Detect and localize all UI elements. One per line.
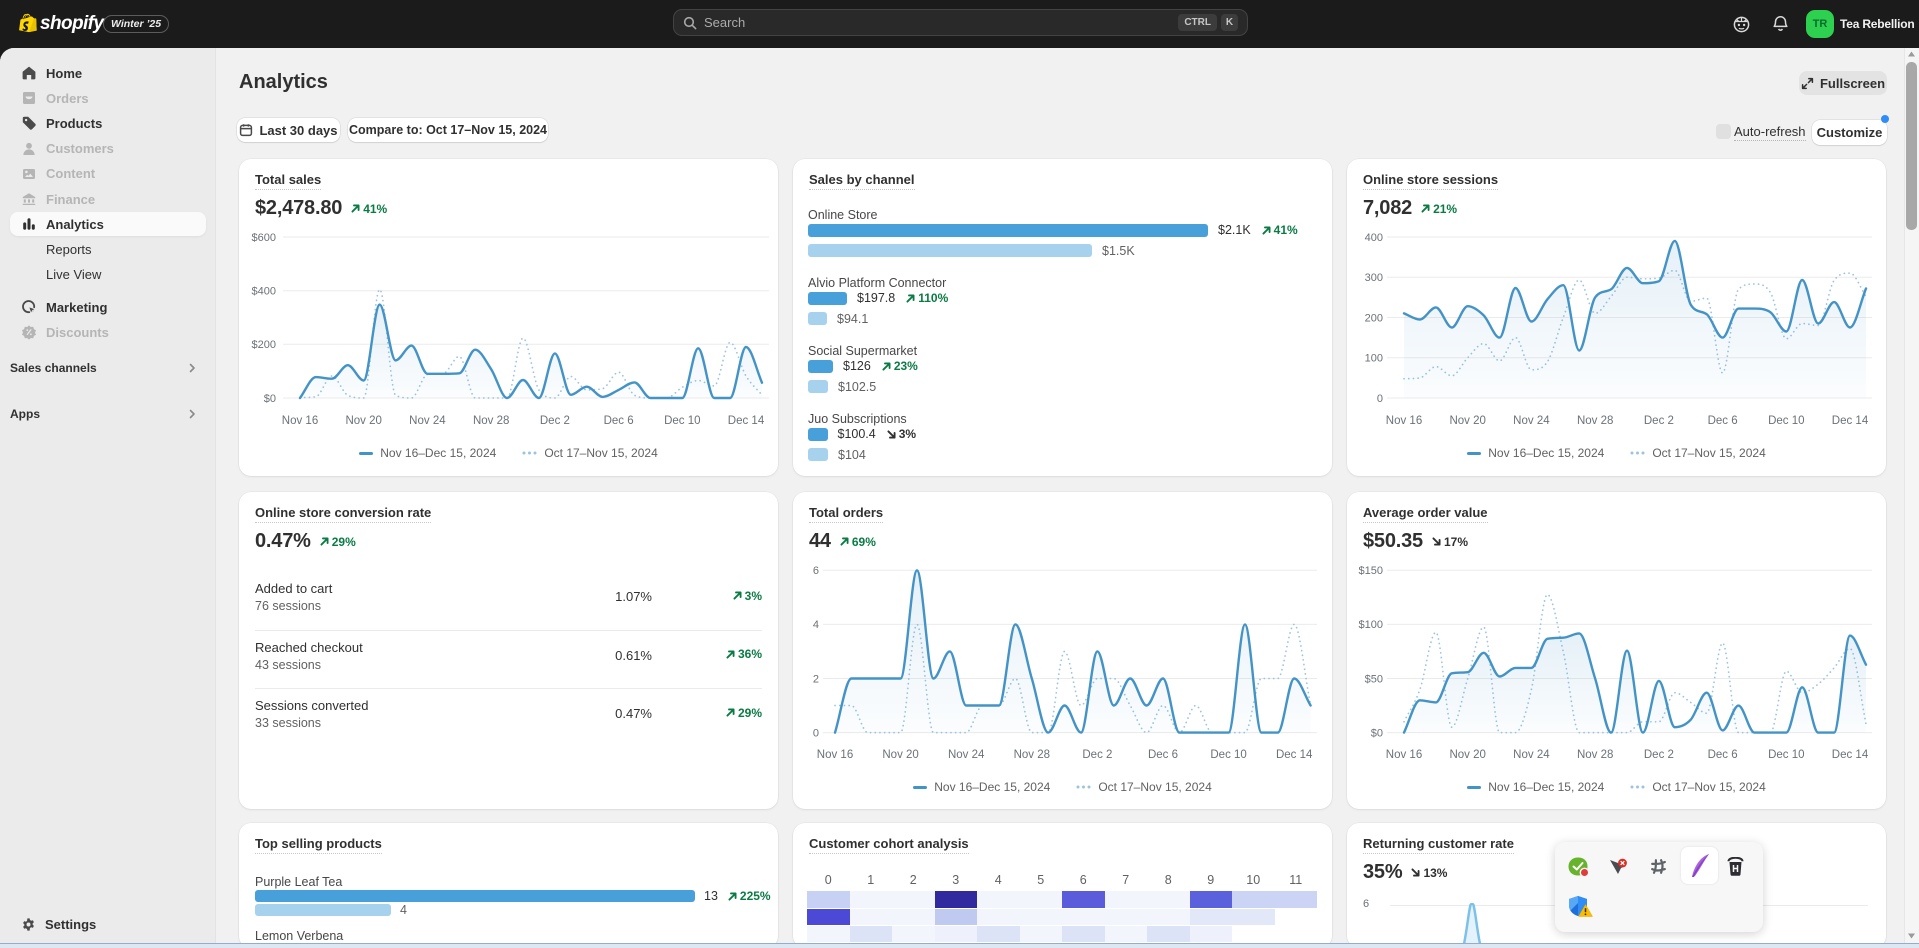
- svg-text:Nov 20: Nov 20: [882, 749, 918, 761]
- svg-text:Nov 28: Nov 28: [473, 415, 509, 427]
- svg-text:Dec 6: Dec 6: [1708, 415, 1738, 427]
- svg-text:Dec 10: Dec 10: [664, 415, 700, 427]
- svg-text:Nov 24: Nov 24: [409, 415, 446, 427]
- svg-text:Nov 28: Nov 28: [1014, 749, 1050, 761]
- svg-text:Nov 20: Nov 20: [1449, 749, 1485, 761]
- svg-text:$200: $200: [252, 339, 276, 351]
- svg-text:Dec 10: Dec 10: [1768, 749, 1804, 761]
- svg-text:0: 0: [813, 727, 819, 739]
- svg-text:$50: $50: [1365, 673, 1383, 685]
- svg-text:Dec 6: Dec 6: [1148, 749, 1178, 761]
- svg-text:Nov 20: Nov 20: [345, 415, 381, 427]
- svg-text:$0: $0: [1371, 727, 1383, 739]
- svg-text:Nov 28: Nov 28: [1577, 749, 1613, 761]
- svg-text:$150: $150: [1359, 565, 1383, 577]
- svg-text:Nov 16: Nov 16: [817, 749, 853, 761]
- svg-text:400: 400: [1365, 232, 1383, 244]
- svg-text:Dec 2: Dec 2: [1644, 749, 1674, 761]
- svg-text:Dec 2: Dec 2: [1082, 749, 1112, 761]
- svg-text:$400: $400: [252, 286, 276, 298]
- svg-text:Dec 10: Dec 10: [1210, 749, 1246, 761]
- svg-text:Dec 14: Dec 14: [728, 415, 765, 427]
- svg-text:Dec 2: Dec 2: [540, 415, 570, 427]
- svg-text:6: 6: [813, 565, 819, 577]
- svg-text:200: 200: [1365, 312, 1383, 324]
- svg-text:Dec 6: Dec 6: [1708, 749, 1738, 761]
- svg-text:0: 0: [1377, 393, 1383, 405]
- svg-text:Dec 14: Dec 14: [1276, 749, 1313, 761]
- svg-text:Dec 2: Dec 2: [1644, 415, 1674, 427]
- svg-text:Nov 24: Nov 24: [948, 749, 985, 761]
- svg-text:2: 2: [813, 673, 819, 685]
- svg-text:300: 300: [1365, 272, 1383, 284]
- svg-text:Nov 24: Nov 24: [1513, 415, 1550, 427]
- svg-text:$600: $600: [252, 232, 276, 244]
- svg-text:Nov 28: Nov 28: [1577, 415, 1613, 427]
- svg-text:4: 4: [813, 619, 819, 631]
- svg-text:$100: $100: [1359, 619, 1383, 631]
- svg-text:Dec 6: Dec 6: [604, 415, 634, 427]
- svg-text:Nov 24: Nov 24: [1513, 749, 1550, 761]
- svg-text:Dec 10: Dec 10: [1768, 415, 1804, 427]
- svg-text:100: 100: [1365, 353, 1383, 365]
- svg-text:Nov 16: Nov 16: [282, 415, 318, 427]
- svg-text:$0: $0: [264, 393, 276, 405]
- svg-text:Dec 14: Dec 14: [1832, 415, 1869, 427]
- svg-text:Dec 14: Dec 14: [1832, 749, 1869, 761]
- svg-text:Nov 16: Nov 16: [1386, 415, 1422, 427]
- svg-text:Nov 16: Nov 16: [1386, 749, 1422, 761]
- svg-text:Nov 20: Nov 20: [1449, 415, 1485, 427]
